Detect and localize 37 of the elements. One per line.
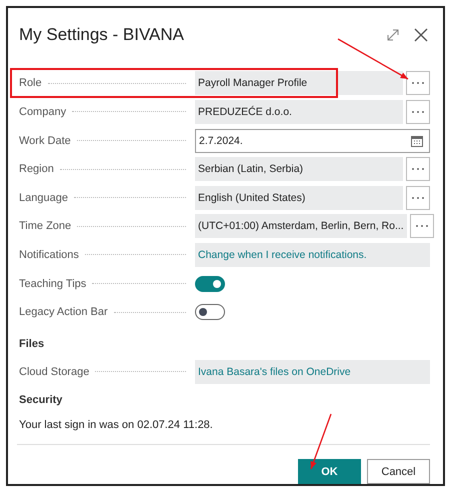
ellipsis-icon (412, 196, 424, 199)
ok-button[interactable]: OK (298, 459, 361, 484)
field-label: Cloud Storage (19, 366, 90, 378)
more-button[interactable] (406, 157, 430, 182)
input-field[interactable]: PREDUZEĆE d.o.o. (195, 100, 403, 124)
ellipsis-icon (412, 168, 424, 170)
close-icon[interactable] (414, 28, 428, 42)
field-label: Language (19, 192, 68, 204)
cancel-button[interactable]: Cancel (367, 459, 430, 484)
field-label: Legacy Action Bar (19, 306, 108, 318)
ellipsis-icon (412, 110, 424, 113)
field-label: Work Date (19, 134, 71, 147)
input-field[interactable]: Payroll Manager Profile (195, 71, 403, 96)
expand-icon[interactable] (386, 28, 400, 42)
field-label: Region (19, 163, 54, 176)
link[interactable]: Change when I receive notifications. (195, 242, 430, 267)
status-text: Your last sign in was on 02.07.24 11:28. (19, 419, 214, 431)
field-label: Notifications (19, 248, 79, 261)
more-button[interactable] (410, 214, 434, 238)
input-field[interactable]: English (United States) (195, 186, 403, 210)
field-label: Role (19, 77, 42, 90)
ellipsis-icon (412, 82, 424, 84)
window-title: My Settings - BIVANA (19, 24, 184, 45)
input-field[interactable]: (UTC+01:00) Amsterdam, Berlin, Bern, Ro... (195, 214, 407, 238)
field-label: Teaching Tips (19, 278, 86, 290)
link[interactable]: Ivana Basara's files on OneDrive (195, 360, 430, 384)
more-button[interactable] (406, 100, 430, 124)
field-label: Time Zone (19, 220, 72, 232)
section-heading: Files (19, 338, 46, 350)
more-button[interactable] (406, 186, 430, 210)
input-field[interactable]: Serbian (Latin, Serbia) (195, 157, 403, 182)
toggle-switch[interactable] (195, 276, 225, 292)
field-label: Company (19, 106, 66, 118)
more-button[interactable] (406, 71, 430, 96)
section-heading: Security (19, 394, 64, 406)
ellipsis-icon (416, 225, 428, 228)
toggle-switch[interactable] (195, 304, 225, 320)
